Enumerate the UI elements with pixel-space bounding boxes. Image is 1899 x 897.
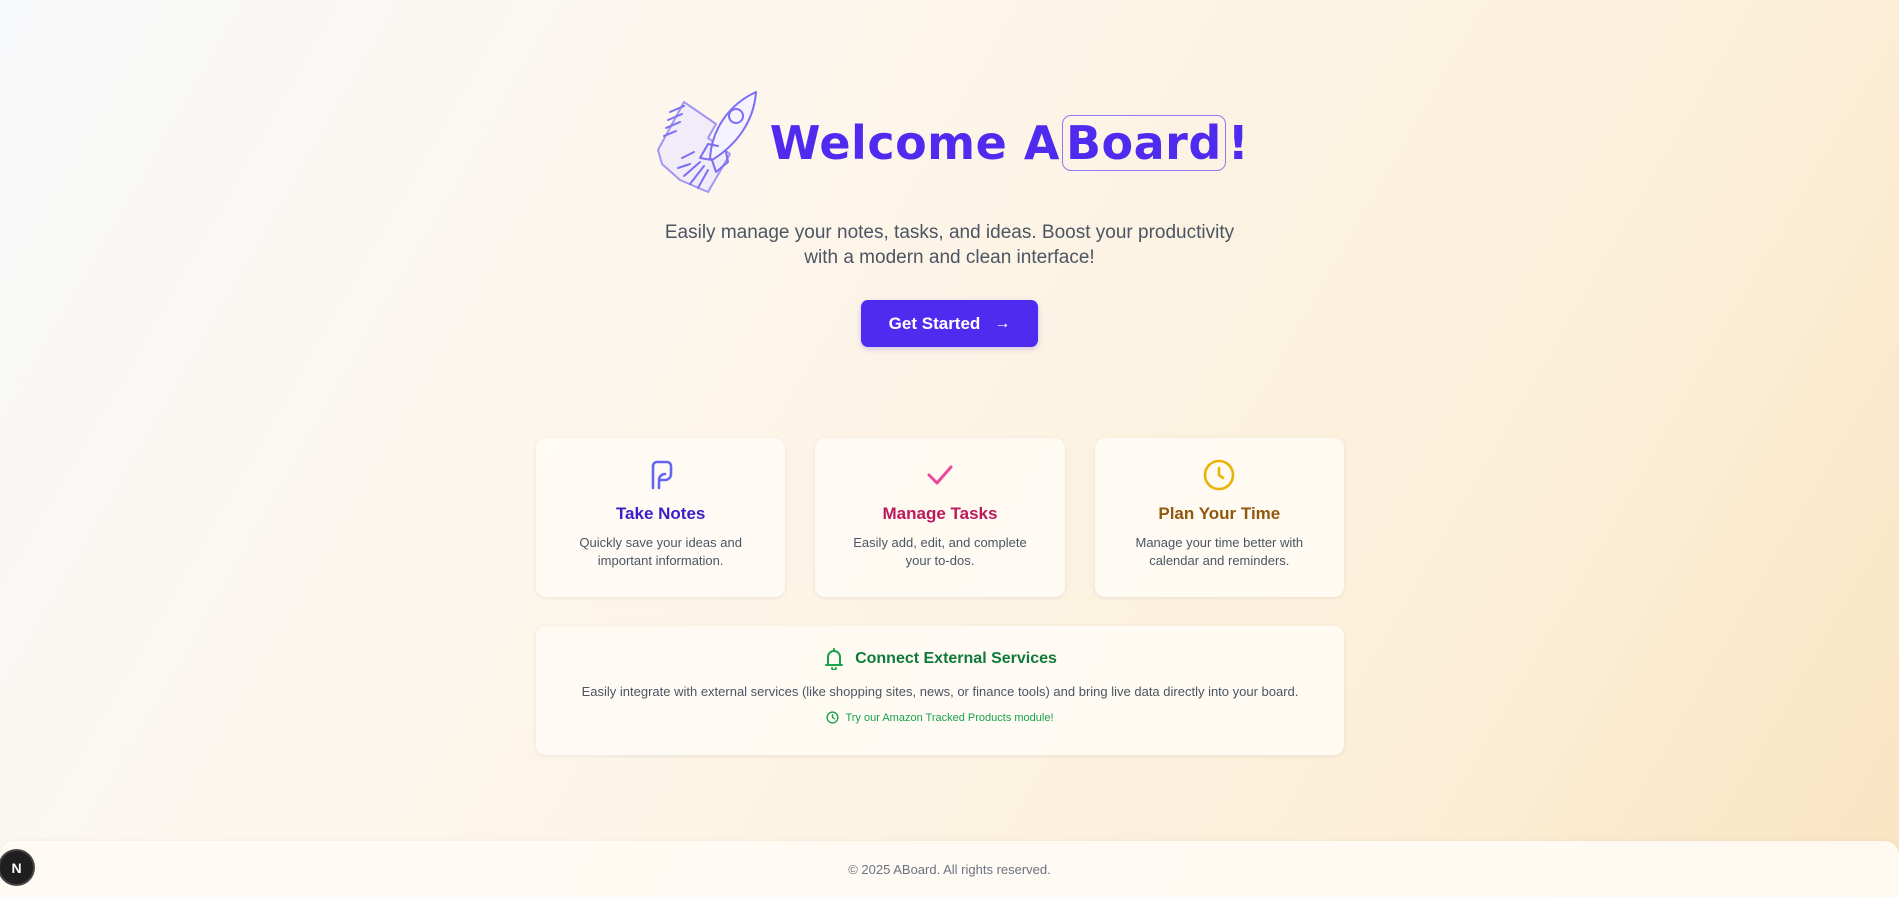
get-started-label: Get Started	[888, 313, 981, 333]
external-services-description: Easily integrate with external services …	[581, 684, 1299, 699]
external-services-title: Connect External Services	[855, 650, 1057, 667]
feature-card-tasks[interactable]: Manage Tasks Easily add, edit, and compl…	[815, 438, 1065, 597]
note-icon	[651, 460, 672, 490]
clock-icon	[826, 711, 840, 724]
amazon-module-link-label: Try our Amazon Tracked Products module!	[845, 711, 1054, 724]
feature-title: Take Notes	[615, 504, 706, 523]
footer: © 2025 ABoard. All rights reserved.	[0, 841, 1899, 897]
arrow-right-icon: →	[994, 314, 1011, 332]
title-post: !	[1227, 116, 1250, 170]
hero-subtitle: Easily manage your notes, tasks, and ide…	[664, 222, 1235, 268]
check-icon	[927, 465, 953, 485]
feature-description: Quickly save your ideas and important in…	[579, 535, 742, 568]
bell-icon	[825, 648, 844, 670]
feature-description: Manage your time better with calendar an…	[1135, 535, 1304, 568]
welcome-title: Welcome A Board !	[770, 115, 1250, 171]
external-services-card: Connect External Services Easily integra…	[536, 626, 1344, 755]
feature-card-time[interactable]: Plan Your Time Manage your time better w…	[1094, 438, 1344, 597]
rocket-icon	[656, 91, 757, 193]
hero-section: Welcome A Board ! Easily manage your not…	[0, 0, 1899, 347]
amazon-module-link[interactable]: Try our Amazon Tracked Products module!	[826, 711, 1054, 724]
get-started-button[interactable]: Get Started →	[860, 300, 1039, 347]
feature-title: Plan Your Time	[1158, 504, 1281, 523]
clock-icon	[1204, 459, 1235, 491]
footer-copyright: © 2025 ABoard. All rights reserved.	[848, 861, 1051, 877]
badge-letter: N	[11, 859, 22, 876]
feature-description: Easily add, edit, and complete your to-d…	[853, 535, 1027, 568]
next-devtools-badge[interactable]: N	[0, 851, 33, 884]
title-pre: Welcome A	[769, 116, 1060, 170]
external-services-header: Connect External Services	[823, 648, 1057, 670]
feature-card-notes[interactable]: Take Notes Quickly save your ideas and i…	[536, 438, 786, 597]
title-row: Welcome A Board !	[650, 88, 1250, 198]
title-boxed-word: Board	[1061, 115, 1226, 171]
feature-cards: Take Notes Quickly save your ideas and i…	[536, 438, 1344, 597]
feature-title: Manage Tasks	[882, 504, 998, 523]
